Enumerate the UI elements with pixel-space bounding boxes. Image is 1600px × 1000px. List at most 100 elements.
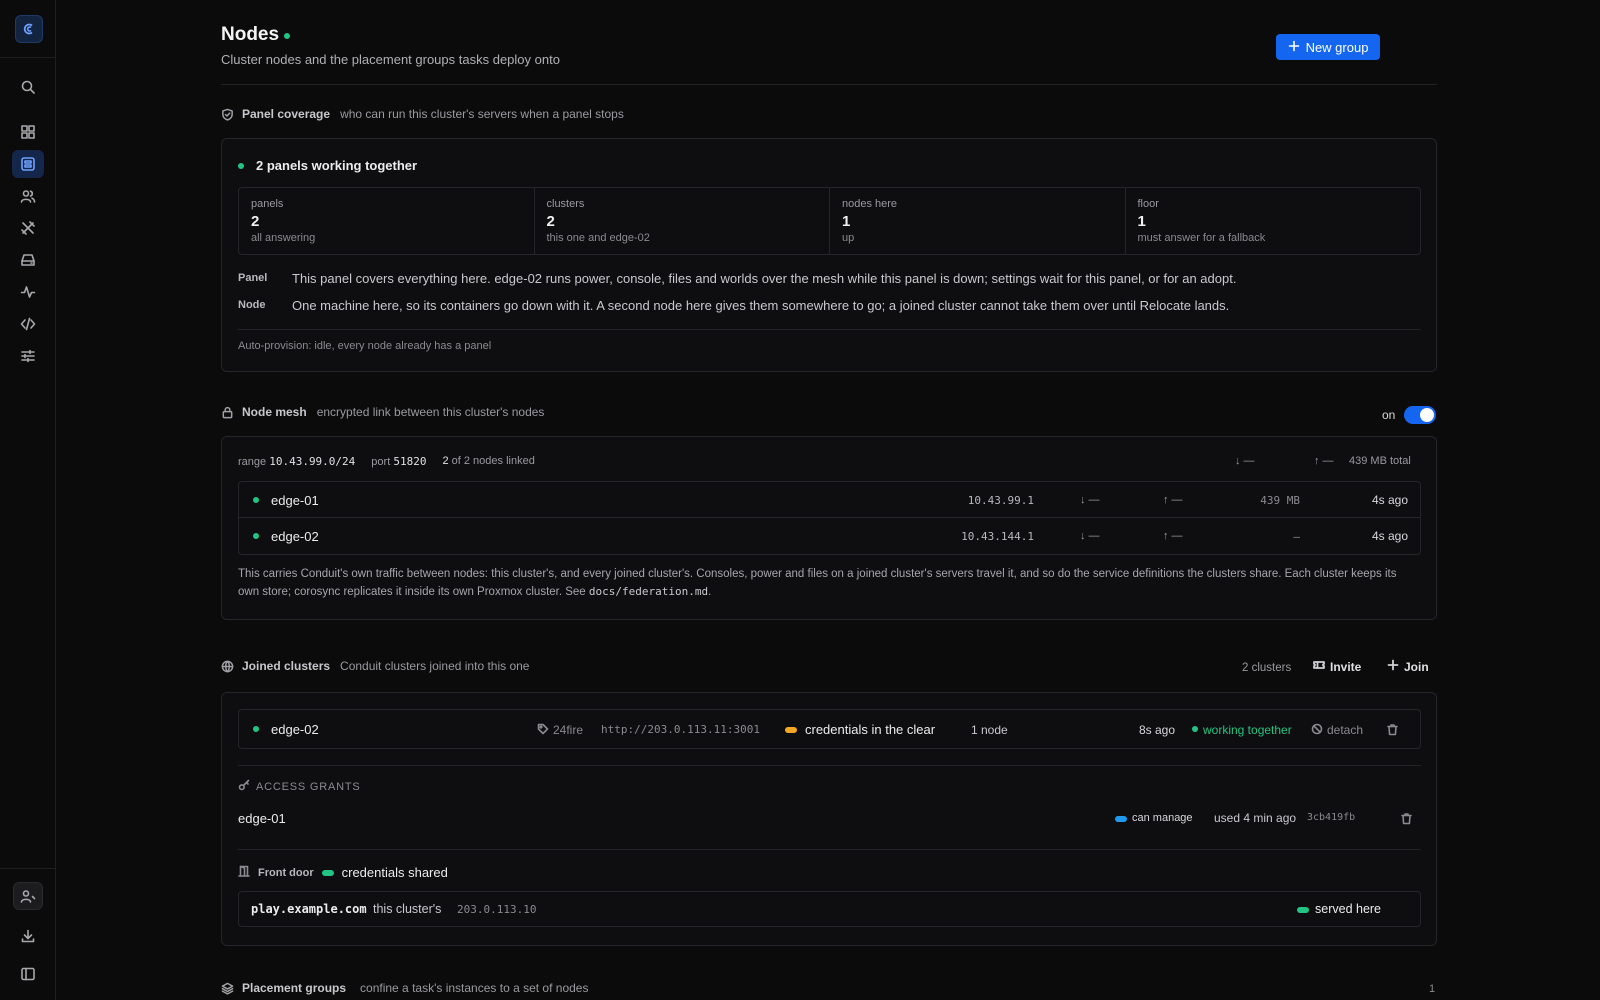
cluster-node-count: 1 node (971, 723, 1008, 737)
range-value: 10.43.99.0/24 (269, 455, 356, 468)
sidebar-toggle-icon[interactable] (12, 960, 44, 988)
detach-button[interactable]: detach (1327, 723, 1363, 737)
users-icon[interactable] (12, 182, 44, 210)
front-door-ip: 203.0.113.10 (457, 903, 537, 916)
user-icon[interactable] (13, 882, 43, 910)
mesh-node-list: edge-01 10.43.99.1 ↓ — ↑ — 439 MB 4s ago… (238, 481, 1421, 555)
new-group-label: New group (1305, 39, 1369, 55)
port-value: 51820 (393, 455, 427, 468)
settings-sliders-icon[interactable] (12, 342, 44, 370)
section-description: Conduit clusters joined into this one (340, 659, 530, 673)
cluster-count: 2 clusters (1242, 662, 1292, 674)
trash-icon[interactable] (1386, 723, 1399, 739)
range-label: range (238, 456, 267, 468)
mesh-toggle-label: on (1382, 408, 1396, 422)
mesh-port: port 51820 (371, 455, 426, 468)
mesh-range: range 10.43.99.0/24 (238, 455, 355, 468)
join-button[interactable]: Join (1387, 659, 1429, 674)
warning-pill (785, 727, 797, 733)
stat-floor: floor 1 must answer for a fallback (1126, 188, 1421, 254)
tools-icon[interactable] (12, 214, 44, 242)
plus-icon (1288, 40, 1300, 55)
stat-label: clusters (546, 198, 585, 210)
cluster-status: working together (1203, 723, 1292, 737)
page-title: Nodes (221, 24, 280, 45)
dashboard-icon[interactable] (12, 118, 44, 146)
status-dot (284, 33, 290, 39)
storage-icon[interactable] (12, 246, 44, 274)
placement-groups-header: Placement groups confine a task's instan… (221, 981, 588, 995)
header-divider (221, 84, 1437, 85)
grant-row[interactable]: edge-01 can manage used 4 min ago 3cb419… (238, 809, 1421, 829)
mesh-node-row[interactable]: edge-01 10.43.99.1 ↓ — ↑ — 439 MB 4s ago (239, 482, 1420, 518)
mesh-toggle[interactable] (1404, 406, 1436, 424)
front-door-row[interactable]: play.example.com this cluster's 203.0.11… (238, 891, 1421, 927)
divider (238, 849, 1421, 850)
globe-icon (221, 660, 234, 673)
invite-button[interactable]: Invite (1313, 659, 1361, 674)
cluster-row[interactable]: edge-02 24fire http://203.0.113.11:3001 … (238, 709, 1421, 749)
activity-icon[interactable] (12, 278, 44, 306)
status-pill (1297, 907, 1309, 913)
mesh-meta: range 10.43.99.0/24 port 51820 2 of 2 no… (238, 455, 535, 468)
ticket-icon (1313, 659, 1325, 674)
mesh-linked: 2 of 2 nodes linked (442, 455, 534, 468)
section-title: Panel coverage (242, 107, 331, 121)
stat-sub: up (842, 232, 855, 244)
front-door-host: play.example.com (251, 902, 367, 916)
mesh-note: This carries Conduit's own traffic betwe… (238, 565, 1398, 601)
mesh-note-text: This carries Conduit's own traffic betwe… (238, 568, 1397, 598)
stat-value: 2 (546, 213, 555, 230)
join-label: Join (1404, 659, 1429, 674)
node-label: Node (238, 299, 266, 311)
status-dot (253, 726, 259, 732)
front-door-served: served here (1315, 902, 1382, 916)
coverage-status: 2 panels working together (238, 158, 417, 173)
stat-sub: must answer for a fallback (1137, 232, 1266, 244)
node-name: edge-01 (271, 493, 319, 508)
cluster-url[interactable]: http://203.0.113.11:3001 (601, 723, 760, 736)
access-grants-header: ACCESS GRANTS (238, 779, 361, 794)
stat-label: nodes here (842, 198, 898, 210)
total-down: ↓ — (1235, 455, 1255, 467)
access-grants-title: ACCESS GRANTS (256, 780, 361, 793)
placement-group-count: 1 (1429, 983, 1436, 995)
docs-link[interactable]: docs/federation.md (589, 585, 708, 598)
port-label: port (371, 456, 391, 468)
total-up: ↑ — (1314, 455, 1334, 467)
code-icon[interactable] (12, 310, 44, 338)
linked-count: 2 (442, 455, 449, 467)
status-dot (253, 497, 259, 503)
grant-last-used: used 4 min ago (1214, 811, 1297, 825)
page-subtitle: Cluster nodes and the placement groups t… (221, 52, 560, 67)
node-rx: ↓ — (1080, 530, 1100, 542)
grant-role: can manage (1132, 812, 1193, 824)
panel-coverage-card: 2 panels working together panels 2 all a… (221, 138, 1437, 372)
joined-clusters-card: edge-02 24fire http://203.0.113.11:3001 … (221, 692, 1437, 946)
section-description: who can run this cluster's servers when … (340, 107, 624, 121)
nodes-icon[interactable] (12, 150, 44, 178)
stat-panels: panels 2 all answering (239, 188, 535, 254)
trash-icon[interactable] (1400, 812, 1413, 828)
node-last-seen: 4s ago (1371, 493, 1408, 507)
unlink-icon[interactable] (1311, 723, 1323, 738)
logo-icon[interactable] (15, 15, 43, 43)
mesh-node-row[interactable]: edge-02 10.43.144.1 ↓ — ↑ — – 4s ago (239, 518, 1420, 554)
cluster-last-seen: 8s ago (1139, 723, 1176, 737)
download-icon[interactable] (12, 922, 44, 950)
total-bytes: 439 MB total (1349, 455, 1411, 467)
panel-text: This panel covers everything here. edge-… (292, 271, 1237, 286)
joined-clusters-header: Joined clusters Conduit clusters joined … (221, 659, 529, 673)
new-group-button[interactable]: New group (1276, 34, 1380, 60)
node-tx: ↑ — (1163, 494, 1183, 506)
search-icon[interactable] (12, 73, 44, 101)
status-dot (1192, 726, 1198, 732)
status-dot (253, 533, 259, 539)
section-description: encrypted link between this cluster's no… (316, 405, 545, 419)
coverage-status-text: 2 panels working together (256, 158, 418, 173)
key-icon (238, 779, 250, 794)
divider (238, 765, 1421, 766)
stat-clusters: clusters 2 this one and edge-02 (535, 188, 830, 254)
stat-nodes-here: nodes here 1 up (830, 188, 1126, 254)
node-bytes: – (1293, 530, 1300, 543)
